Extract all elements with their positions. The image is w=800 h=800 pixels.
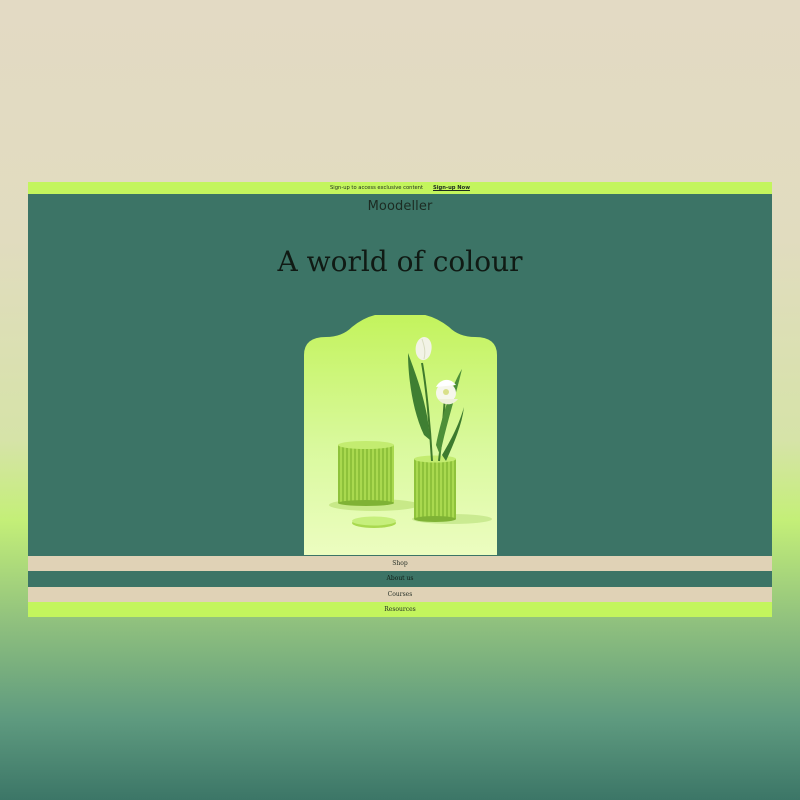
announcement-bar: Sign-up to access exclusive content Sign… — [28, 182, 772, 194]
nav-item-resources[interactable]: Resources — [28, 602, 772, 617]
nav-item-about-us[interactable]: About us — [28, 571, 772, 586]
arch-tulip-pedestal-illustration — [304, 315, 497, 555]
sign-up-link[interactable]: Sign-up Now — [433, 185, 470, 191]
nav-item-courses[interactable]: Courses — [28, 587, 772, 602]
website-preview: Sign-up to access exclusive content Sign… — [28, 182, 772, 617]
brand-logo[interactable]: Moodeller — [28, 199, 772, 214]
hero-title: A world of colour — [277, 245, 523, 278]
nav-item-shop[interactable]: Shop — [28, 556, 772, 571]
announcement-text: Sign-up to access exclusive content — [330, 185, 423, 191]
